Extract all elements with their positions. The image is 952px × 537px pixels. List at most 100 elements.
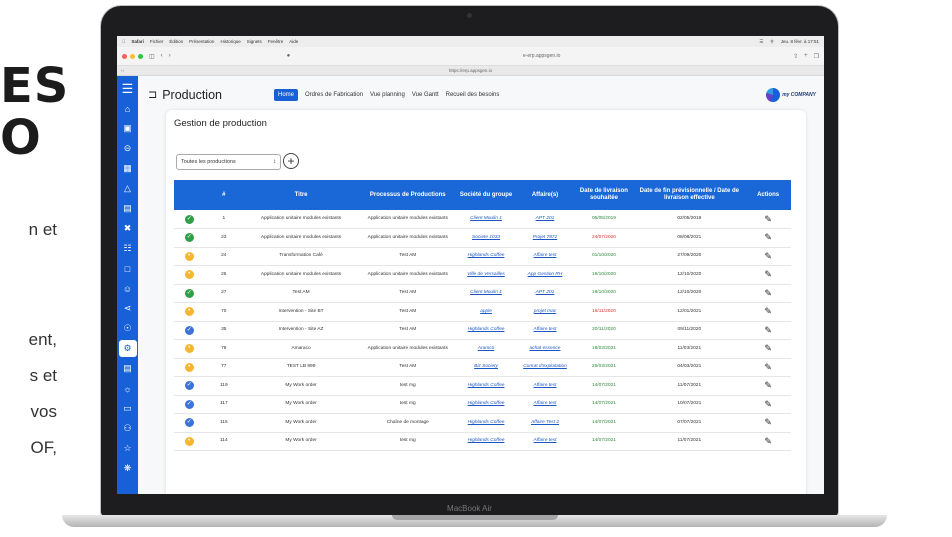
chart-icon[interactable]: ▤: [119, 360, 137, 377]
apple-icon[interactable]: : [122, 39, 125, 44]
menu-icon[interactable]: ☰: [119, 80, 137, 97]
affaire-link[interactable]: projet mac: [534, 309, 556, 314]
edit-icon[interactable]: ✎: [764, 232, 772, 242]
folder-icon[interactable]: ▭: [119, 400, 137, 417]
menu-item[interactable]: Présentation: [189, 39, 214, 44]
browser-tab[interactable]: https://erp.appsgen.io: [449, 68, 492, 73]
menu-item[interactable]: Aide: [289, 39, 298, 44]
affaire-link[interactable]: APT 201: [536, 216, 555, 221]
col-societe[interactable]: Société du groupe: [456, 180, 516, 210]
zoom-window-button[interactable]: [138, 53, 143, 59]
societe-link[interactable]: Ville de Versailles: [467, 272, 505, 277]
table-row[interactable]: • 77 TEST LB 999 Test AM Biz Society Conrat d…: [174, 358, 791, 377]
new-tab-icon[interactable]: +: [804, 53, 808, 59]
minimize-window-button[interactable]: [130, 53, 135, 59]
edit-icon[interactable]: ✎: [764, 436, 772, 446]
close-window-button[interactable]: [122, 53, 127, 59]
edit-icon[interactable]: ✎: [764, 399, 772, 409]
document-icon[interactable]: □: [119, 260, 137, 277]
menu-item[interactable]: Historique: [220, 39, 240, 44]
edit-icon[interactable]: ✎: [764, 288, 772, 298]
societe-link[interactable]: Client Moulin 1: [470, 216, 502, 221]
col-affaire[interactable]: Affaire(s): [515, 180, 575, 210]
table-row[interactable]: ✓ 23 Application unitaire modules existant…: [174, 228, 791, 248]
calendar-icon[interactable]: ▤: [119, 200, 137, 217]
add-production-button[interactable]: +: [283, 153, 299, 169]
list-icon[interactable]: ☷: [119, 240, 137, 257]
nav-vue-gantt[interactable]: Vue Gantt: [412, 92, 439, 98]
table-row[interactable]: • 24 Transformation Café Test AM Highlands C…: [174, 247, 791, 266]
table-row[interactable]: • 70 Intervention - Site BT Test AM apple pro…: [174, 302, 791, 322]
sidebar-toggle-icon[interactable]: ◫: [149, 53, 155, 60]
table-row[interactable]: ✓ 35 Intervention - Site AZ Test AM Highland…: [174, 321, 791, 340]
table-row[interactable]: ✓ 27 Test AM Test AM Client Moulin 1 APT 201 1…: [174, 284, 791, 303]
edit-icon[interactable]: ✎: [764, 362, 772, 372]
edit-icon[interactable]: ✎: [764, 214, 772, 224]
societe-link[interactable]: Highlands Coffee: [468, 420, 505, 425]
tabs-overview-icon[interactable]: ❐: [814, 53, 819, 60]
col-date-fin[interactable]: Date de fin prévisionnelle / Date de liv…: [633, 180, 746, 210]
societe-link[interactable]: Highlands Coffee: [468, 327, 505, 332]
affaire-link[interactable]: Affaire test: [534, 383, 557, 388]
affaire-link[interactable]: Affaire test: [534, 401, 557, 406]
share-icon[interactable]: ⇧: [793, 53, 798, 60]
col-titre[interactable]: Titre: [243, 180, 359, 210]
tab-nav-icon[interactable]: ‹›: [121, 68, 124, 73]
table-row[interactable]: ✓ 119 My Work order test mg Highlands Coffee…: [174, 376, 791, 396]
societe-link[interactable]: Highlands Coffee: [468, 253, 505, 258]
star-icon[interactable]: ☆: [119, 440, 137, 457]
home-icon[interactable]: ⌂: [119, 100, 137, 117]
affaire-link[interactable]: Projet 7872: [533, 235, 558, 240]
societe-link[interactable]: Client Moulin 1: [470, 290, 502, 295]
societe-link[interactable]: Biz Society: [474, 364, 498, 369]
societe-link[interactable]: Highlands Coffee: [468, 438, 505, 443]
table-row[interactable]: ✓ 1 Application unitaire modules existants…: [174, 210, 791, 229]
share-nodes-icon[interactable]: ⋖: [119, 300, 137, 317]
affaire-link[interactable]: Affaire test: [534, 438, 557, 443]
edit-icon[interactable]: ✎: [764, 417, 772, 427]
clock[interactable]: Jeu. 8 févr. à 17:51: [781, 39, 819, 45]
address-bar[interactable]: e-erp.appsgen.io: [296, 53, 787, 59]
cart-icon[interactable]: ⊝: [119, 140, 137, 157]
menu-item[interactable]: Signets: [247, 39, 262, 44]
people-icon[interactable]: ☉: [119, 320, 137, 337]
table-row[interactable]: • 78 Amaraco Application unitaire modules e…: [174, 339, 791, 359]
col-id[interactable]: #: [204, 180, 244, 210]
col-date-souhaitee[interactable]: Date de livraison souhaitée: [574, 180, 634, 210]
globe-icon[interactable]: ☼: [119, 380, 137, 397]
menu-item[interactable]: Fenêtre: [268, 39, 284, 44]
edit-icon[interactable]: ✎: [764, 251, 772, 261]
table-row[interactable]: ✓ 117 My Work order test mg Highlands Coffee…: [174, 395, 791, 414]
nav-vue-planning[interactable]: Vue planning: [370, 92, 405, 98]
table-row[interactable]: • 114 My Work order test mg Highlands Coffee…: [174, 432, 791, 451]
nav-ordres-de-fabrication[interactable]: Ordres de Fabrication: [305, 92, 363, 98]
affaire-link[interactable]: App Gestion RH: [528, 272, 563, 277]
table-row[interactable]: • 26 Application unitaire modules existant…: [174, 265, 791, 285]
edit-icon[interactable]: ✎: [764, 269, 772, 279]
edit-icon[interactable]: ✎: [764, 380, 772, 390]
nav-recueil-des-besoins[interactable]: Recueil des besoins: [446, 92, 500, 98]
affaire-link[interactable]: Affaire Test 2: [531, 420, 559, 425]
briefcase-icon[interactable]: ▣: [119, 120, 137, 137]
building-icon[interactable]: ▦: [119, 160, 137, 177]
menu-item[interactable]: Safari: [131, 39, 144, 44]
menu-item[interactable]: Édition: [169, 39, 183, 44]
menu-item[interactable]: Fichier: [150, 39, 164, 44]
affaire-link[interactable]: APT 201: [536, 290, 555, 295]
production-filter-select[interactable]: Toutes les productions ↕: [176, 154, 281, 170]
wifi-icon[interactable]: ☰: [759, 39, 763, 45]
societe-link[interactable]: apple: [480, 309, 492, 314]
table-row[interactable]: ✓ 116 My Work order Chaîne de montage Highla…: [174, 413, 791, 433]
societe-link[interactable]: Highlands Coffee: [468, 401, 505, 406]
forward-icon[interactable]: ›: [169, 53, 171, 59]
edit-icon[interactable]: ✎: [764, 306, 772, 316]
back-icon[interactable]: ‹: [161, 53, 163, 59]
affaire-link[interactable]: Conrat d'exploitation: [523, 364, 567, 369]
societe-link[interactable]: Societe 1033: [472, 235, 500, 240]
shield-icon[interactable]: ●: [287, 53, 291, 59]
affaire-link[interactable]: Affaire test: [534, 327, 557, 332]
affaire-link[interactable]: Affaire test: [534, 253, 557, 258]
affaire-link[interactable]: achat essence: [530, 346, 561, 351]
col-processus[interactable]: Processus de Productions: [358, 180, 457, 210]
person-icon[interactable]: ⚇: [119, 420, 137, 437]
